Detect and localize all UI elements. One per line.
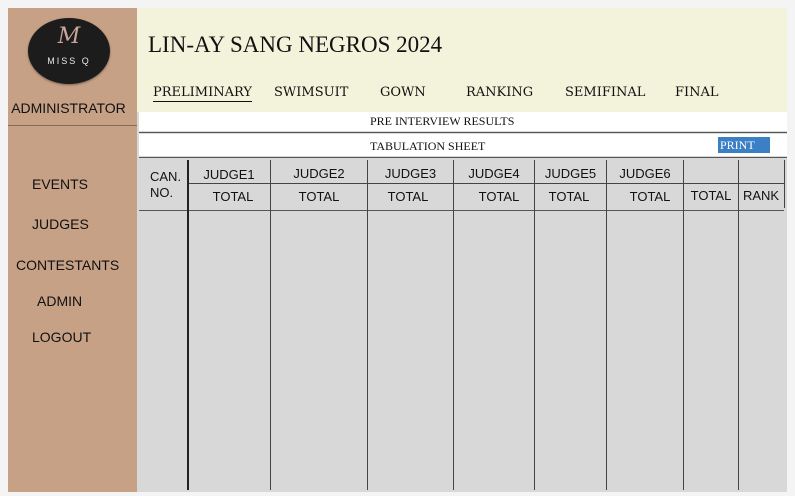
col-divider [534,160,535,490]
table-top-line [139,157,787,158]
col-divider [683,160,684,490]
page-title: LIN-AY SANG NEGROS 2024 [148,32,443,57]
col-divider-can [187,160,189,490]
header-bottom-line [139,210,784,211]
judge4-total-header: TOTAL [478,189,520,204]
nav-events[interactable]: EVENTS [32,176,88,192]
col-divider [367,160,368,490]
role-label: ADMINISTRATOR [11,100,126,116]
judge4-header: JUDGE4 [468,166,520,181]
tab-ranking[interactable]: RANKING [466,85,533,100]
judge6-header: JUDGE6 [619,166,671,181]
tab-preliminary[interactable]: PRELIMINARY [153,85,252,102]
report-subtitle: PRE INTERVIEW RESULTS [370,114,515,128]
header: LIN-AY SANG NEGROS 2024 PRELIMINARY SWIM… [137,8,787,112]
report-divider [139,132,787,133]
tabulation-bar: TABULATION SHEET PRINT [139,134,787,156]
col-divider [606,160,607,490]
tab-semifinal[interactable]: SEMIFINAL [565,85,645,100]
rank-header: RANK [742,188,780,203]
nav-admin[interactable]: ADMIN [37,293,82,309]
col-divider [784,160,785,208]
sidebar: M MISS Q ADMINISTRATOR EVENTS JUDGES CON… [8,8,137,492]
report-subtitle-bar: PRE INTERVIEW RESULTS [139,112,787,131]
judge6-total-header: TOTAL [629,189,671,204]
judge3-total-header: TOTAL [387,189,429,204]
print-button[interactable]: PRINT [718,137,770,153]
judge2-header: JUDGE2 [293,166,345,181]
tab-final[interactable]: FINAL [675,85,719,100]
judge3-header: JUDGE3 [384,166,437,181]
nav-logout[interactable]: LOGOUT [32,329,91,345]
nav-contestants[interactable]: CONTESTANTS [16,257,119,273]
judge2-total-header: TOTAL [298,189,340,204]
nav-judges[interactable]: JUDGES [32,216,89,232]
logo-monogram: M [57,24,81,49]
judge5-total-header: TOTAL [548,189,590,204]
judge5-header: JUDGE5 [544,166,597,181]
tab-gown[interactable]: GOWN [380,85,426,100]
col-divider [270,160,271,490]
miss-q-logo: M MISS Q [28,18,110,84]
sheet-title: TABULATION SHEET [370,139,486,153]
judge1-header: JUDGE1 [203,167,255,182]
can-no-header-line1: CAN. [150,169,182,184]
header-mid-line [187,183,784,184]
col-divider [453,160,454,490]
judge1-total-header: TOTAL [212,189,254,204]
col-divider [738,160,739,490]
tab-swimsuit[interactable]: SWIMSUIT [274,85,348,100]
overall-total-header: TOTAL [690,188,732,203]
can-no-header-line2: NO. [150,185,174,200]
logo-text: MISS Q [47,56,91,66]
sidebar-divider [8,125,137,126]
